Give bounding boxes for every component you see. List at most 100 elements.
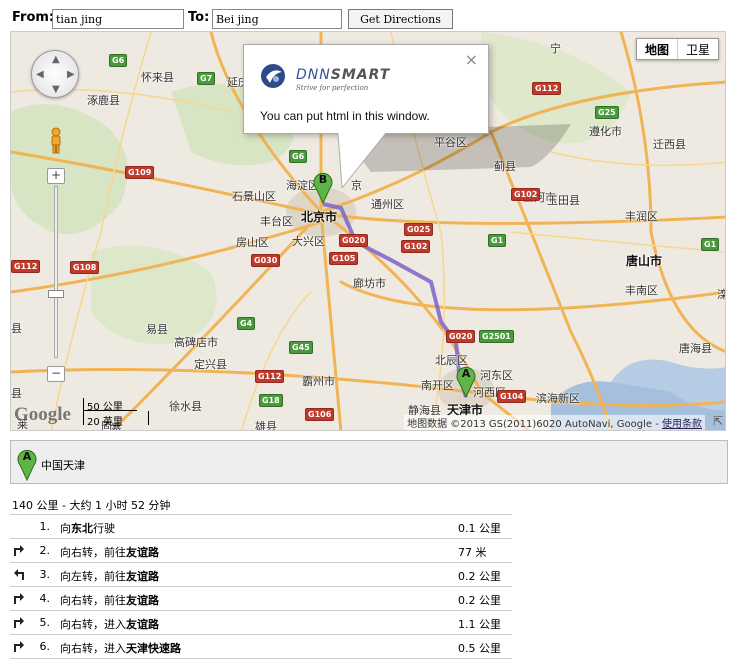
highway-shield: G25: [595, 106, 619, 119]
step-distance: 0.2 公里: [458, 570, 501, 583]
place-label: 雄县: [255, 420, 277, 431]
route-step[interactable]: 4. 向右转，前往友谊路 0.2 公里: [10, 587, 512, 611]
step-instruction: 向右转，进入友谊路: [60, 618, 159, 631]
directions-form: From: To: Get Directions: [0, 0, 735, 30]
marker-end[interactable]: B: [313, 170, 333, 205]
route-start-marker-label: A: [22, 450, 32, 463]
place-label: 河东区: [480, 369, 513, 382]
highway-shield: G030: [251, 254, 281, 267]
step-instruction: 向东北行驶: [60, 522, 115, 535]
from-input[interactable]: [52, 9, 184, 29]
place-label: 大兴区: [292, 235, 325, 248]
zoom-in-button[interactable]: +: [47, 168, 65, 184]
step-distance: 0.5 公里: [458, 642, 501, 655]
place-label: 县: [11, 387, 22, 400]
to-label: To:: [188, 10, 210, 25]
scale-imperial: 20 英里: [87, 417, 123, 428]
place-label: 霸州市: [302, 375, 335, 388]
route-step[interactable]: 2. 向右转，前往友谊路 77 米: [10, 539, 512, 563]
step-number: 3.: [39, 568, 51, 581]
highway-shield: G112: [532, 82, 562, 95]
route-steps: 1. 向东北行驶 0.1 公里 2. 向右转，前往友谊路 77 米 3. 向左转…: [10, 514, 512, 659]
place-label: 丰台区: [260, 215, 293, 228]
from-label: From:: [12, 10, 55, 25]
turn-right-icon: [14, 545, 24, 556]
terms-link[interactable]: 使用条款: [662, 419, 702, 430]
pan-left-icon[interactable]: ◀: [36, 69, 44, 80]
place-label: 定兴县: [194, 358, 227, 371]
highway-shield: G112: [255, 370, 285, 383]
brand-name: DNNSMART: [296, 67, 391, 83]
step-distance: 1.1 公里: [458, 618, 501, 631]
map-type-satellite[interactable]: 卫星: [676, 39, 718, 59]
place-label: 怀来县: [141, 71, 174, 84]
step-number: 2.: [39, 544, 51, 557]
place-label: 高碑店市: [174, 336, 218, 349]
place-label: 滨海新区: [536, 392, 580, 405]
get-directions-button[interactable]: Get Directions: [348, 9, 453, 29]
route-step[interactable]: 6. 向右转，进入天津快速路 0.5 公里: [10, 635, 512, 659]
zoom-slider-track[interactable]: [54, 186, 58, 358]
highway-shield: G1: [488, 234, 507, 247]
turn-left-icon: [14, 569, 24, 580]
highway-shield: G105: [329, 252, 359, 265]
highway-shield: G4: [237, 317, 256, 330]
highway-shield: G2501: [479, 330, 514, 343]
zoom-slider-thumb[interactable]: [48, 290, 64, 298]
highway-shield: G6: [109, 54, 128, 67]
step-instruction: 向左转，前往友谊路: [60, 570, 159, 583]
route-start-address: 中国天津: [41, 459, 85, 472]
place-label: 迁西县: [653, 138, 686, 151]
info-window: × DNNSMART Strive for perfection You can…: [243, 44, 489, 134]
place-label: 遵化市: [589, 125, 622, 138]
map-scale: 50 公里 20 英里: [83, 398, 163, 430]
street-view-pegman-icon[interactable]: [49, 127, 63, 155]
info-window-pointer: [337, 133, 387, 189]
place-label: 北京市: [301, 210, 338, 224]
map-type-control: 地图 卫星: [635, 38, 719, 60]
highway-shield: G112: [11, 260, 41, 273]
map-type-roadmap[interactable]: 地图: [637, 39, 677, 59]
marker-start[interactable]: A: [456, 364, 476, 399]
highway-shield: G6: [289, 150, 308, 163]
route-step[interactable]: 1. 向东北行驶 0.1 公里: [10, 515, 512, 539]
to-input[interactable]: [212, 9, 342, 29]
zoom-out-button[interactable]: −: [47, 366, 65, 382]
google-logo[interactable]: Google: [14, 404, 71, 426]
route-step[interactable]: 5. 向右转，进入友谊路 1.1 公里: [10, 611, 512, 635]
highway-shield: G109: [125, 166, 155, 179]
route-step[interactable]: 3. 向左转，前往友谊路 0.2 公里: [10, 563, 512, 587]
highway-shield: G1: [701, 238, 720, 251]
turn-right-icon: [14, 593, 24, 604]
step-number: 5.: [39, 616, 51, 629]
place-label: 通州区: [371, 198, 404, 211]
step-instruction: 向右转，前往友谊路: [60, 594, 159, 607]
turn-right-icon: [14, 617, 24, 628]
highway-shield: G18: [259, 394, 283, 407]
highway-shield: G025: [404, 223, 434, 236]
place-label: 石景山区: [232, 190, 276, 203]
pan-up-icon[interactable]: ▲: [52, 54, 60, 65]
pan-down-icon[interactable]: ▼: [52, 84, 60, 95]
expand-corner-icon[interactable]: ⇱: [713, 414, 723, 428]
place-label: 唐海县: [679, 342, 712, 355]
info-window-message: You can put html in this window.: [260, 109, 430, 123]
marker-start-label: A: [461, 367, 471, 380]
highway-shield: G7: [197, 72, 216, 85]
map-canvas[interactable]: 怀来县 涿鹿县 延庆 平谷区 蓟县 遵化市 迁西县 海淀区 京 石景山区 北京市…: [10, 31, 726, 431]
pan-right-icon[interactable]: ▶: [67, 69, 75, 80]
close-icon[interactable]: ×: [465, 52, 478, 68]
highway-shield: G102: [511, 188, 541, 201]
highway-shield: G104: [497, 390, 527, 403]
brand-tagline: Strive for perfection: [296, 84, 369, 92]
place-label: 廊坊市: [353, 277, 386, 290]
highway-shield: G020: [446, 330, 476, 343]
place-label: 易县: [146, 323, 168, 336]
highway-shield: G020: [339, 234, 369, 247]
place-label: 徐水县: [169, 400, 202, 413]
route-summary: 140 公里 - 大约 1 小时 52 分钟: [12, 499, 171, 512]
place-label: 涿鹿县: [87, 94, 120, 107]
step-number: 4.: [39, 592, 51, 605]
pan-control[interactable]: ▲ ▼ ◀ ▶: [31, 50, 79, 98]
dnnsmart-logo-icon: [261, 64, 285, 88]
